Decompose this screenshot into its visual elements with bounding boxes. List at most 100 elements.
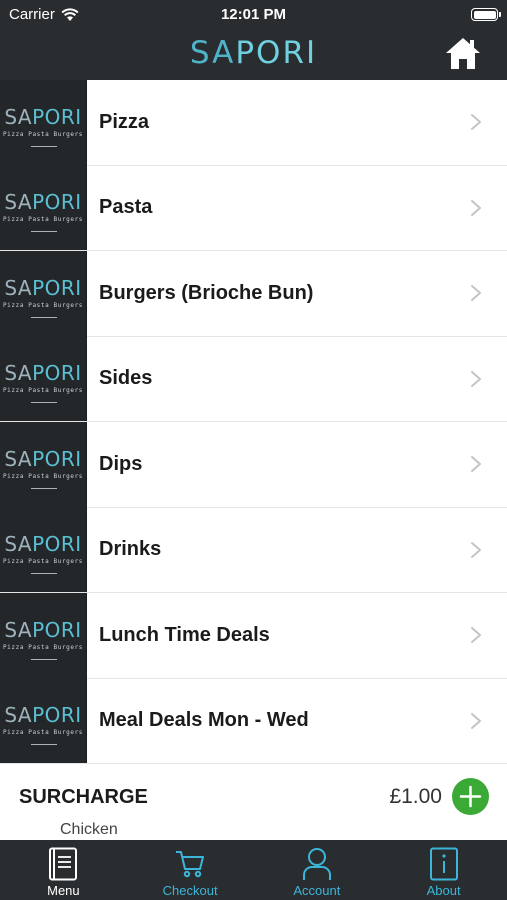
- thumbnail-logo-part-2: PORI: [32, 104, 82, 129]
- tab-account[interactable]: Account: [254, 840, 381, 900]
- tab-checkout-label: Checkout: [162, 883, 218, 898]
- thumbnail-logo-part-2: PORI: [32, 190, 82, 215]
- category-thumbnail: SAPORI Pizza Pasta Burgers: [0, 678, 87, 764]
- thumbnail-logo-part-1: SA: [4, 361, 33, 386]
- category-label: Burgers (Brioche Bun): [99, 281, 314, 304]
- thumbnail-logo: SAPORI: [0, 105, 86, 129]
- chevron-right-icon: [471, 541, 481, 558]
- thumbnail-divider: [31, 145, 57, 147]
- tab-about[interactable]: About: [380, 840, 507, 900]
- brand-part-1: SA: [189, 35, 236, 71]
- thumbnail-logo-part-2: PORI: [32, 446, 82, 471]
- tab-about-label: About: [426, 883, 461, 898]
- category-label: Dips: [99, 452, 143, 475]
- chevron-right-icon: [471, 712, 481, 729]
- chevron-right-icon: [471, 456, 481, 473]
- menu-category-row[interactable]: SAPORI Pizza Pasta Burgers Sides: [0, 336, 507, 422]
- thumbnail-logo: SAPORI: [0, 618, 86, 642]
- thumbnail-tagline: Pizza Pasta Burgers: [2, 301, 84, 309]
- home-button[interactable]: [443, 34, 483, 74]
- thumbnail-logo: SAPORI: [0, 532, 86, 556]
- thumbnail-logo-part-1: SA: [4, 617, 33, 642]
- thumbnail-logo-part-1: SA: [4, 446, 33, 471]
- thumbnail-logo-part-1: SA: [4, 532, 33, 557]
- plus-icon: [459, 785, 482, 808]
- menu-category-list: SAPORI Pizza Pasta Burgers Pizza SAPORI Pizz…: [0, 79, 507, 765]
- chevron-right-icon: [471, 285, 481, 302]
- thumbnail-tagline: Pizza Pasta Burgers: [2, 216, 84, 224]
- account-icon: [302, 848, 331, 880]
- chevron-right-icon: [471, 199, 481, 216]
- menu-category-row[interactable]: SAPORI Pizza Pasta Burgers Pizza: [0, 79, 507, 166]
- thumbnail-divider: [31, 402, 57, 404]
- tab-menu-label: Menu: [47, 883, 80, 898]
- menu-category-row[interactable]: SAPORI Pizza Pasta Burgers Lunch Time Deal…: [0, 592, 507, 679]
- thumbnail-logo-part-2: PORI: [32, 275, 82, 300]
- category-thumbnail: SAPORI Pizza Pasta Burgers: [0, 250, 87, 336]
- category-label: Pizza: [99, 110, 150, 133]
- menu-category-row[interactable]: SAPORI Pizza Pasta Burgers Pasta: [0, 165, 507, 251]
- category-label: Lunch Time Deals: [99, 623, 270, 646]
- category-thumbnail: SAPORI Pizza Pasta Burgers: [0, 421, 87, 507]
- category-thumbnail: SAPORI Pizza Pasta Burgers: [0, 165, 87, 251]
- thumbnail-logo: SAPORI: [0, 361, 86, 385]
- thumbnail-logo-part-1: SA: [4, 275, 33, 300]
- thumbnail-logo: SAPORI: [0, 703, 86, 727]
- brand-part-2: PORI: [235, 35, 318, 71]
- category-thumbnail: SAPORI Pizza Pasta Burgers: [0, 79, 87, 165]
- thumbnail-logo: SAPORI: [0, 190, 86, 214]
- thumbnail-tagline: Pizza Pasta Burgers: [2, 387, 84, 395]
- tab-menu[interactable]: Menu: [0, 840, 127, 900]
- category-thumbnail: SAPORI Pizza Pasta Burgers: [0, 336, 87, 422]
- thumbnail-logo-part-2: PORI: [32, 532, 82, 557]
- category-thumbnail: SAPORI Pizza Pasta Burgers: [0, 592, 87, 678]
- brand-logo: SAPORI: [0, 35, 507, 71]
- thumbnail-logo: SAPORI: [0, 276, 86, 300]
- thumbnail-divider: [31, 573, 57, 575]
- chevron-right-icon: [471, 114, 481, 131]
- chevron-right-icon: [471, 627, 481, 644]
- thumbnail-logo-part-2: PORI: [32, 617, 82, 642]
- cart-icon: [176, 851, 205, 878]
- thumbnail-divider: [31, 744, 57, 746]
- surcharge-price: £1.00: [389, 785, 442, 808]
- thumbnail-logo-part-1: SA: [4, 703, 33, 728]
- thumbnail-divider: [31, 316, 57, 318]
- menu-category-row[interactable]: SAPORI Pizza Pasta Burgers Meal Deals Mon …: [0, 678, 507, 764]
- thumbnail-divider: [31, 231, 57, 233]
- tab-checkout[interactable]: Checkout: [127, 840, 254, 900]
- thumbnail-tagline: Pizza Pasta Burgers: [2, 643, 84, 651]
- battery-icon: [471, 8, 501, 21]
- menu-category-row[interactable]: SAPORI Pizza Pasta Burgers Dips: [0, 421, 507, 508]
- thumbnail-tagline: Pizza Pasta Burgers: [2, 130, 84, 138]
- tab-bar: Menu Checkout Account About: [0, 840, 507, 900]
- tab-account-label: Account: [293, 883, 341, 898]
- thumbnail-tagline: Pizza Pasta Burgers: [2, 729, 84, 737]
- thumbnail-tagline: Pizza Pasta Burgers: [2, 472, 84, 480]
- surcharge-row: SURCHARGE £1.00 Chicken: [0, 765, 507, 840]
- thumbnail-logo-part-2: PORI: [32, 361, 82, 386]
- thumbnail-divider: [31, 658, 57, 660]
- category-thumbnail: SAPORI Pizza Pasta Burgers: [0, 507, 87, 593]
- thumbnail-logo: SAPORI: [0, 447, 86, 471]
- category-label: Drinks: [99, 538, 162, 561]
- menu-category-row[interactable]: SAPORI Pizza Pasta Burgers Burgers (Brioch…: [0, 250, 507, 337]
- add-surcharge-button[interactable]: [452, 778, 489, 815]
- thumbnail-logo-part-1: SA: [4, 190, 33, 215]
- thumbnail-logo-part-1: SA: [4, 104, 33, 129]
- chevron-right-icon: [471, 370, 481, 387]
- menu-book-icon: [49, 847, 78, 881]
- navigation-bar: SAPORI: [0, 30, 507, 80]
- category-label: Pasta: [99, 196, 153, 219]
- status-time: 12:01 PM: [220, 6, 287, 23]
- thumbnail-divider: [31, 487, 57, 489]
- surcharge-subtitle: Chicken: [60, 821, 118, 838]
- category-label: Sides: [99, 367, 153, 390]
- info-icon: [429, 847, 458, 881]
- category-label: Meal Deals Mon - Wed: [99, 709, 309, 732]
- surcharge-title: SURCHARGE: [19, 786, 148, 808]
- status-bar: Carrier 12:01 PM: [0, 0, 507, 30]
- thumbnail-logo-part-2: PORI: [32, 703, 82, 728]
- menu-category-row[interactable]: SAPORI Pizza Pasta Burgers Drinks: [0, 507, 507, 593]
- home-icon: [446, 38, 480, 69]
